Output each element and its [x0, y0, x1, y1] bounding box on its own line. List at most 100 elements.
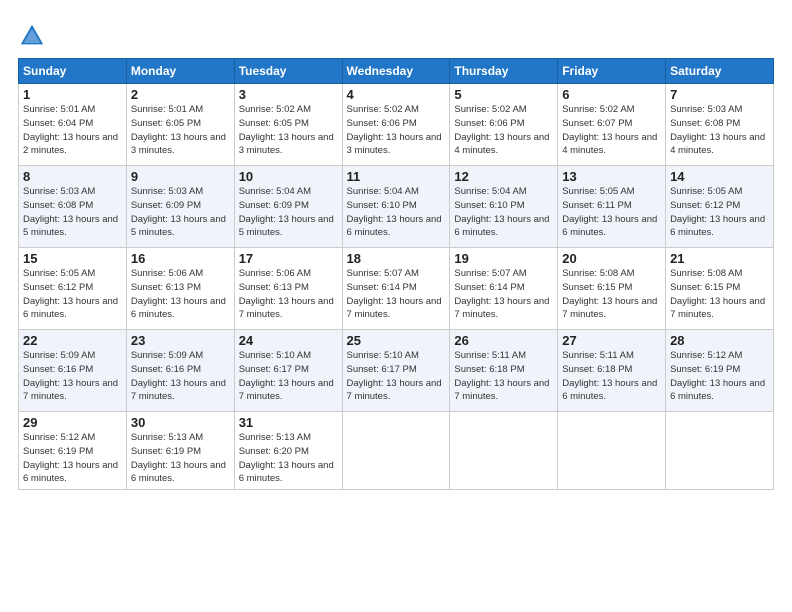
day-number: 28: [670, 333, 769, 348]
day-number: 19: [454, 251, 553, 266]
col-header-wednesday: Wednesday: [342, 59, 450, 84]
day-number: 9: [131, 169, 230, 184]
col-header-sunday: Sunday: [19, 59, 127, 84]
day-number: 17: [239, 251, 338, 266]
week-row-5: 29Sunrise: 5:12 AMSunset: 6:19 PMDayligh…: [19, 412, 774, 490]
day-number: 13: [562, 169, 661, 184]
day-cell: 5Sunrise: 5:02 AMSunset: 6:06 PMDaylight…: [450, 84, 558, 166]
day-cell: 21Sunrise: 5:08 AMSunset: 6:15 PMDayligh…: [666, 248, 774, 330]
day-number: 11: [347, 169, 446, 184]
day-detail: Sunrise: 5:04 AMSunset: 6:10 PMDaylight:…: [347, 185, 446, 240]
day-detail: Sunrise: 5:02 AMSunset: 6:05 PMDaylight:…: [239, 103, 338, 158]
day-cell: 30Sunrise: 5:13 AMSunset: 6:19 PMDayligh…: [126, 412, 234, 490]
week-row-2: 8Sunrise: 5:03 AMSunset: 6:08 PMDaylight…: [19, 166, 774, 248]
day-cell: [342, 412, 450, 490]
day-detail: Sunrise: 5:03 AMSunset: 6:09 PMDaylight:…: [131, 185, 230, 240]
day-number: 31: [239, 415, 338, 430]
header-row: SundayMondayTuesdayWednesdayThursdayFrid…: [19, 59, 774, 84]
day-detail: Sunrise: 5:07 AMSunset: 6:14 PMDaylight:…: [347, 267, 446, 322]
day-detail: Sunrise: 5:02 AMSunset: 6:06 PMDaylight:…: [347, 103, 446, 158]
day-cell: 26Sunrise: 5:11 AMSunset: 6:18 PMDayligh…: [450, 330, 558, 412]
col-header-friday: Friday: [558, 59, 666, 84]
day-cell: 4Sunrise: 5:02 AMSunset: 6:06 PMDaylight…: [342, 84, 450, 166]
day-cell: 3Sunrise: 5:02 AMSunset: 6:05 PMDaylight…: [234, 84, 342, 166]
col-header-monday: Monday: [126, 59, 234, 84]
col-header-tuesday: Tuesday: [234, 59, 342, 84]
day-cell: 16Sunrise: 5:06 AMSunset: 6:13 PMDayligh…: [126, 248, 234, 330]
day-cell: 23Sunrise: 5:09 AMSunset: 6:16 PMDayligh…: [126, 330, 234, 412]
day-cell: 19Sunrise: 5:07 AMSunset: 6:14 PMDayligh…: [450, 248, 558, 330]
day-detail: Sunrise: 5:02 AMSunset: 6:07 PMDaylight:…: [562, 103, 661, 158]
day-cell: 12Sunrise: 5:04 AMSunset: 6:10 PMDayligh…: [450, 166, 558, 248]
day-detail: Sunrise: 5:03 AMSunset: 6:08 PMDaylight:…: [670, 103, 769, 158]
day-cell: 24Sunrise: 5:10 AMSunset: 6:17 PMDayligh…: [234, 330, 342, 412]
day-detail: Sunrise: 5:12 AMSunset: 6:19 PMDaylight:…: [23, 431, 122, 486]
day-detail: Sunrise: 5:03 AMSunset: 6:08 PMDaylight:…: [23, 185, 122, 240]
day-detail: Sunrise: 5:12 AMSunset: 6:19 PMDaylight:…: [670, 349, 769, 404]
day-cell: 17Sunrise: 5:06 AMSunset: 6:13 PMDayligh…: [234, 248, 342, 330]
day-cell: 8Sunrise: 5:03 AMSunset: 6:08 PMDaylight…: [19, 166, 127, 248]
header: [18, 18, 774, 50]
calendar-table: SundayMondayTuesdayWednesdayThursdayFrid…: [18, 58, 774, 490]
day-cell: 10Sunrise: 5:04 AMSunset: 6:09 PMDayligh…: [234, 166, 342, 248]
week-row-3: 15Sunrise: 5:05 AMSunset: 6:12 PMDayligh…: [19, 248, 774, 330]
day-cell: 20Sunrise: 5:08 AMSunset: 6:15 PMDayligh…: [558, 248, 666, 330]
day-number: 26: [454, 333, 553, 348]
day-detail: Sunrise: 5:01 AMSunset: 6:04 PMDaylight:…: [23, 103, 122, 158]
col-header-thursday: Thursday: [450, 59, 558, 84]
day-detail: Sunrise: 5:13 AMSunset: 6:19 PMDaylight:…: [131, 431, 230, 486]
day-number: 16: [131, 251, 230, 266]
day-number: 29: [23, 415, 122, 430]
day-number: 15: [23, 251, 122, 266]
week-row-4: 22Sunrise: 5:09 AMSunset: 6:16 PMDayligh…: [19, 330, 774, 412]
day-number: 22: [23, 333, 122, 348]
day-detail: Sunrise: 5:06 AMSunset: 6:13 PMDaylight:…: [239, 267, 338, 322]
logo-icon: [18, 22, 46, 50]
day-cell: 9Sunrise: 5:03 AMSunset: 6:09 PMDaylight…: [126, 166, 234, 248]
day-cell: 22Sunrise: 5:09 AMSunset: 6:16 PMDayligh…: [19, 330, 127, 412]
day-detail: Sunrise: 5:10 AMSunset: 6:17 PMDaylight:…: [347, 349, 446, 404]
page: SundayMondayTuesdayWednesdayThursdayFrid…: [0, 0, 792, 612]
col-header-saturday: Saturday: [666, 59, 774, 84]
day-detail: Sunrise: 5:11 AMSunset: 6:18 PMDaylight:…: [454, 349, 553, 404]
day-detail: Sunrise: 5:11 AMSunset: 6:18 PMDaylight:…: [562, 349, 661, 404]
logo: [18, 22, 49, 50]
day-cell: [450, 412, 558, 490]
day-cell: 29Sunrise: 5:12 AMSunset: 6:19 PMDayligh…: [19, 412, 127, 490]
day-detail: Sunrise: 5:01 AMSunset: 6:05 PMDaylight:…: [131, 103, 230, 158]
day-cell: 31Sunrise: 5:13 AMSunset: 6:20 PMDayligh…: [234, 412, 342, 490]
day-detail: Sunrise: 5:13 AMSunset: 6:20 PMDaylight:…: [239, 431, 338, 486]
day-number: 3: [239, 87, 338, 102]
day-detail: Sunrise: 5:02 AMSunset: 6:06 PMDaylight:…: [454, 103, 553, 158]
day-number: 6: [562, 87, 661, 102]
day-detail: Sunrise: 5:06 AMSunset: 6:13 PMDaylight:…: [131, 267, 230, 322]
day-cell: [558, 412, 666, 490]
day-cell: 18Sunrise: 5:07 AMSunset: 6:14 PMDayligh…: [342, 248, 450, 330]
day-cell: 25Sunrise: 5:10 AMSunset: 6:17 PMDayligh…: [342, 330, 450, 412]
day-number: 18: [347, 251, 446, 266]
day-detail: Sunrise: 5:05 AMSunset: 6:12 PMDaylight:…: [670, 185, 769, 240]
day-number: 27: [562, 333, 661, 348]
day-detail: Sunrise: 5:09 AMSunset: 6:16 PMDaylight:…: [23, 349, 122, 404]
day-cell: 13Sunrise: 5:05 AMSunset: 6:11 PMDayligh…: [558, 166, 666, 248]
day-number: 30: [131, 415, 230, 430]
day-cell: 28Sunrise: 5:12 AMSunset: 6:19 PMDayligh…: [666, 330, 774, 412]
day-cell: 11Sunrise: 5:04 AMSunset: 6:10 PMDayligh…: [342, 166, 450, 248]
day-number: 23: [131, 333, 230, 348]
day-number: 12: [454, 169, 553, 184]
day-number: 10: [239, 169, 338, 184]
day-number: 21: [670, 251, 769, 266]
day-number: 4: [347, 87, 446, 102]
day-cell: [666, 412, 774, 490]
day-detail: Sunrise: 5:07 AMSunset: 6:14 PMDaylight:…: [454, 267, 553, 322]
day-number: 7: [670, 87, 769, 102]
day-detail: Sunrise: 5:09 AMSunset: 6:16 PMDaylight:…: [131, 349, 230, 404]
day-number: 25: [347, 333, 446, 348]
day-number: 20: [562, 251, 661, 266]
day-number: 2: [131, 87, 230, 102]
day-number: 14: [670, 169, 769, 184]
day-number: 5: [454, 87, 553, 102]
day-detail: Sunrise: 5:04 AMSunset: 6:09 PMDaylight:…: [239, 185, 338, 240]
week-row-1: 1Sunrise: 5:01 AMSunset: 6:04 PMDaylight…: [19, 84, 774, 166]
day-cell: 14Sunrise: 5:05 AMSunset: 6:12 PMDayligh…: [666, 166, 774, 248]
